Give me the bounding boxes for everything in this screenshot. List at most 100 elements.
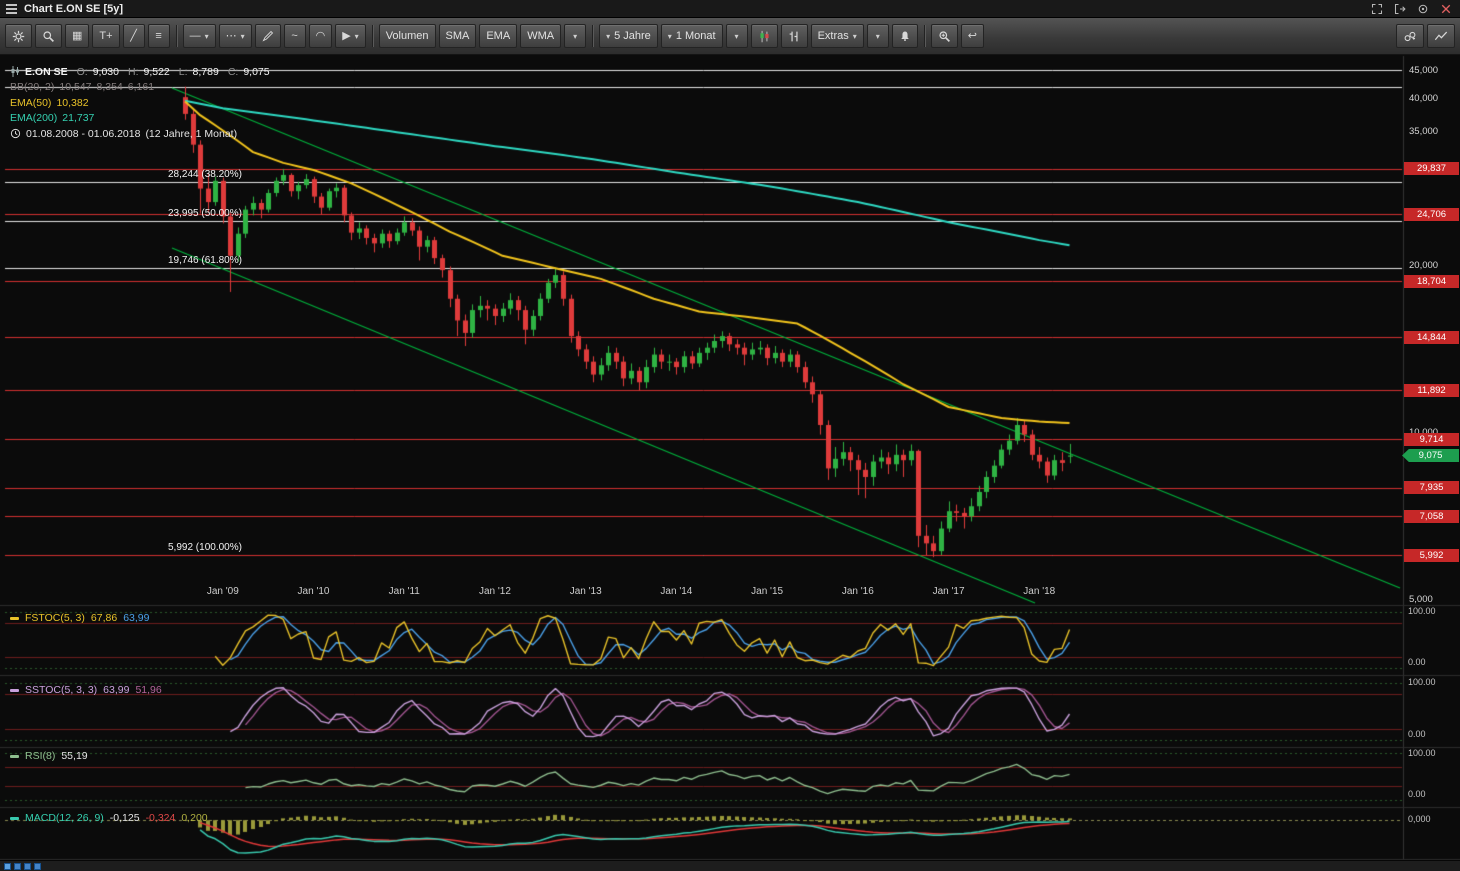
target-icon[interactable] <box>1415 2 1431 16</box>
toolbar-separator <box>372 25 373 47</box>
chart-type-candle-button[interactable] <box>751 24 778 48</box>
y-axis-label: 35,000 <box>1409 126 1438 137</box>
hline-tool-button[interactable]: —▾ <box>183 24 216 48</box>
price-alert-badge: 9,714 <box>1404 433 1459 446</box>
dotted-line-icon: ⋯ <box>226 31 237 42</box>
current-price-badge: 9,075 <box>1402 449 1459 462</box>
arc-tool-button[interactable]: ◠ <box>309 24 333 48</box>
close-label: C: <box>228 66 239 78</box>
chevron-down-icon: ▾ <box>241 32 245 41</box>
fstoc-panel[interactable] <box>0 605 1403 675</box>
fstoc-axis-top-label: 100.00 <box>1408 606 1436 616</box>
legend-ema200-row: EMA(200) 21,737 <box>10 111 270 127</box>
zoom-in-button[interactable] <box>931 24 958 48</box>
menu-icon[interactable] <box>6 2 17 16</box>
indicator-dropdown-button[interactable]: ▾ <box>564 24 586 48</box>
fstoc-k-value: 67,86 <box>91 612 117 624</box>
status-square[interactable] <box>34 863 41 870</box>
period-dropdown[interactable]: ▾ 5 Jahre <box>599 24 658 48</box>
freehand-tool-button[interactable] <box>255 24 281 48</box>
gear-icon <box>12 30 25 43</box>
fib-level-label: 19,746 (61.80%) <box>168 255 242 266</box>
rsi-axis-top-label: 100.00 <box>1408 748 1436 758</box>
sstoc-legend: SSTOC(5, 3, 3) 63,99 51,96 <box>10 684 162 696</box>
macd-panel[interactable] <box>0 807 1403 859</box>
settings-button[interactable] <box>5 24 32 48</box>
fstoc-marker-icon <box>10 617 19 620</box>
pencil-icon <box>262 30 274 42</box>
fibonacci-tool-button[interactable]: ≡ <box>148 24 170 48</box>
sstoc-panel[interactable] <box>0 675 1403 747</box>
legend-daterange-row: 01.08.2008 - 01.06.2018 (12 Jahre, 1 Mon… <box>10 126 270 142</box>
bb-lower-value: 6,161 <box>128 81 154 93</box>
extras-dropdown-button[interactable]: ▾ <box>867 24 889 48</box>
x-axis-label: Jan '11 <box>389 586 420 597</box>
chart-window: E.ON SE O:9,030 H:9,522 L:8,789 C:9,075 … <box>0 0 1460 871</box>
arc-icon: ◠ <box>316 31 326 42</box>
x-axis-label: Jan '09 <box>207 586 239 597</box>
x-axis-label: Jan '16 <box>842 586 874 597</box>
bar-chart-icon <box>788 30 801 43</box>
popout-icon[interactable] <box>1392 2 1408 16</box>
arrow-tool-button[interactable]: ▶▾ <box>335 24 365 48</box>
x-axis-label: Jan '12 <box>479 586 511 597</box>
grid-layout-button[interactable]: ▦ <box>65 24 89 48</box>
close-icon[interactable] <box>1438 2 1454 16</box>
compare-symbols-button[interactable] <box>1396 24 1424 48</box>
fstoc-d-value: 63,99 <box>123 612 149 624</box>
rsi-panel[interactable] <box>0 747 1403 807</box>
status-square[interactable] <box>24 863 31 870</box>
line-chart-style-button[interactable] <box>1427 24 1455 48</box>
text-tool-button[interactable]: T+ <box>92 24 119 48</box>
dotted-line-tool-button[interactable]: ⋯▾ <box>219 24 252 48</box>
bell-icon <box>899 30 911 42</box>
close-value: 9,075 <box>243 66 269 78</box>
legend-ema50-row: EMA(50) 10,382 <box>10 95 270 111</box>
chevron-down-icon: ▾ <box>735 32 739 41</box>
candlestick-icon <box>758 30 771 43</box>
toolbar-separator <box>592 25 593 47</box>
chevron-down-icon: ▾ <box>606 32 610 41</box>
title-bar: Chart E.ON SE [5y] <box>0 0 1460 18</box>
status-square[interactable] <box>14 863 21 870</box>
alarm-button[interactable] <box>892 24 918 48</box>
trendline-icon: ╱ <box>130 31 137 42</box>
sstoc-marker-icon <box>10 689 19 692</box>
wave-tool-button[interactable]: ~ <box>284 24 306 48</box>
undo-icon: ↩ <box>968 31 977 42</box>
high-value: 9,522 <box>143 66 169 78</box>
interval-dropdown[interactable]: ▾1 Monat <box>661 24 723 48</box>
undo-button[interactable]: ↩ <box>961 24 984 48</box>
toolbar-separator <box>176 25 177 47</box>
low-label: L: <box>179 66 188 78</box>
bb-middle-value: 8,354 <box>96 81 122 93</box>
extras-button[interactable]: Extras▾ <box>811 24 864 48</box>
period-value: 5 Jahre <box>614 30 651 42</box>
price-alert-badge: 5,992 <box>1404 549 1459 562</box>
chart-type-bars-button[interactable] <box>781 24 808 48</box>
sstoc-d-value: 51,96 <box>135 684 161 696</box>
ema200-label: EMA(200) <box>10 112 57 124</box>
interval-extra-dropdown[interactable]: ▾ <box>726 24 748 48</box>
fib-level-label: 28,244 (38.20%) <box>168 169 242 180</box>
wave-icon: ~ <box>291 31 297 42</box>
zoom-tool-button[interactable] <box>35 24 62 48</box>
rsi-axis-bottom-label: 0.00 <box>1408 789 1426 799</box>
volumen-button[interactable]: Volumen <box>379 24 436 48</box>
low-value: 8,789 <box>193 66 219 78</box>
wma-button[interactable]: WMA <box>520 24 561 48</box>
compare-symbols-icon <box>1403 30 1417 43</box>
fstoc-label: FSTOC(5, 3) <box>25 612 85 624</box>
chevron-down-icon: ▾ <box>205 32 209 41</box>
y-axis-label: 40,000 <box>1409 93 1438 104</box>
sstoc-label: SSTOC(5, 3, 3) <box>25 684 97 696</box>
ema-button[interactable]: EMA <box>479 24 517 48</box>
fib-level-label: 23,995 (50.00%) <box>168 208 242 219</box>
maximize-icon[interactable] <box>1369 2 1385 16</box>
sma-button[interactable]: SMA <box>439 24 477 48</box>
chart-legend: E.ON SE O:9,030 H:9,522 L:8,789 C:9,075 … <box>10 64 270 142</box>
price-alert-badge: 14,844 <box>1404 331 1459 344</box>
trendline-tool-button[interactable]: ╱ <box>123 24 145 48</box>
open-label: O: <box>77 66 88 78</box>
status-square[interactable] <box>4 863 11 870</box>
